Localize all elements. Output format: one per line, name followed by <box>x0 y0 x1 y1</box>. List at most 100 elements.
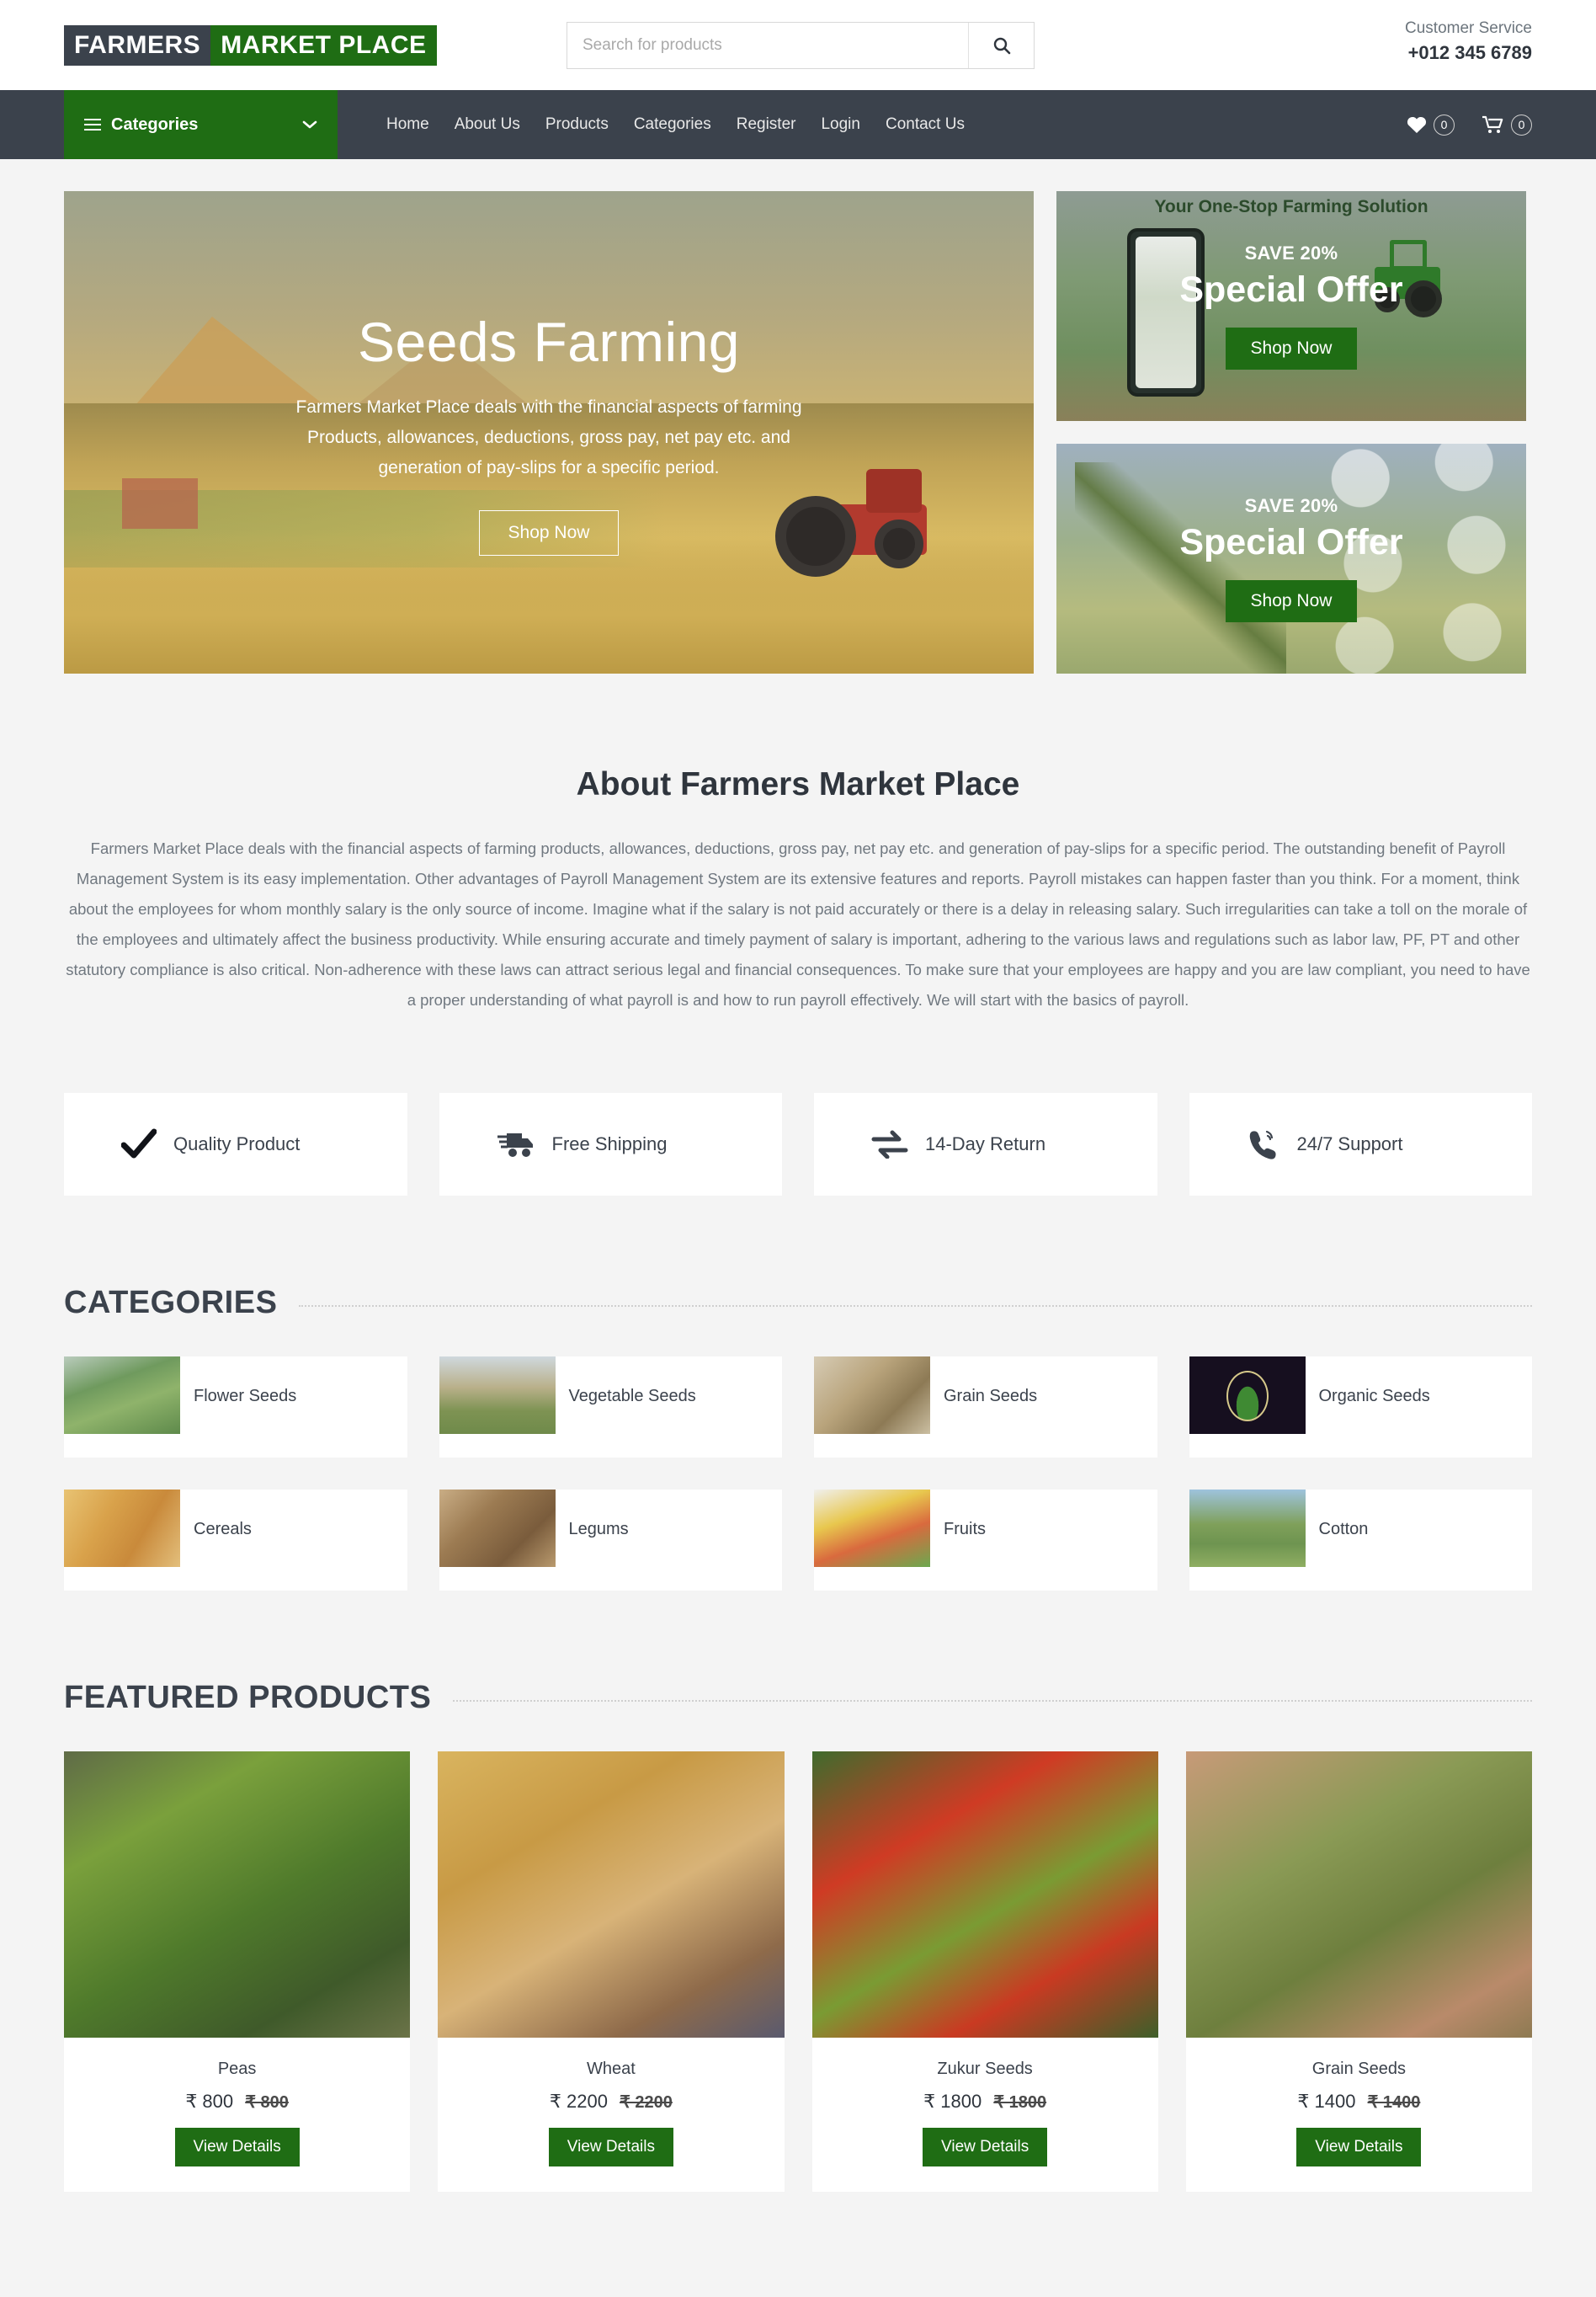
promo-1-save-label: SAVE 20% <box>1244 242 1338 264</box>
category-card-flower-seeds[interactable]: Flower Seeds <box>64 1356 407 1458</box>
top-header: FARMERS MARKET PLACE Customer Service +0… <box>0 0 1596 90</box>
category-card-grain-seeds[interactable]: Grain Seeds <box>814 1356 1157 1458</box>
category-label: Cotton <box>1318 1520 1369 1538</box>
about-text: Farmers Market Place deals with the fina… <box>66 839 1530 1009</box>
feature-free-shipping: Free Shipping <box>439 1093 782 1196</box>
product-image <box>1185 1751 1532 2038</box>
category-label: Grain Seeds <box>944 1387 1038 1405</box>
promo-banner-column: Your One-Stop Farming Solution SAVE 20% … <box>1056 191 1526 674</box>
nav-icon-group: 0 0 <box>1406 90 1532 159</box>
product-price: ₹ 1400 <box>1297 2091 1356 2112</box>
category-thumbnail <box>64 1356 180 1434</box>
customer-service-phone[interactable]: +012 345 6789 <box>1405 40 1532 66</box>
category-card-fruits[interactable]: Fruits <box>814 1490 1157 1591</box>
promo-1-shop-now-button[interactable]: Shop Now <box>1225 328 1358 370</box>
truck-icon <box>497 1133 533 1157</box>
featured-products-grid: Peas ₹ 800 ₹ 800 View Details Wheat ₹ 22… <box>0 1716 1596 2242</box>
nav-item-login[interactable]: Login <box>821 115 860 134</box>
nav-item-contact-us[interactable]: Contact Us <box>886 115 965 134</box>
feature-quality-product: Quality Product <box>64 1093 407 1196</box>
categories-section-header: CATEGORIES <box>0 1285 1596 1321</box>
category-label: Legums <box>568 1520 629 1538</box>
logo-text-secondary: MARKET PLACE <box>210 24 437 66</box>
product-price: ₹ 1800 <box>923 2091 982 2112</box>
product-old-price: ₹ 800 <box>245 2093 289 2112</box>
nav-item-about-us[interactable]: About Us <box>455 115 520 134</box>
product-name: Zukur Seeds <box>937 2060 1033 2078</box>
category-card-organic-seeds[interactable]: Organic Seeds <box>1189 1356 1532 1458</box>
search-input[interactable] <box>567 23 968 68</box>
product-card-wheat[interactable]: Wheat ₹ 2200 ₹ 2200 View Details <box>438 1751 785 2192</box>
logo-text-primary: FARMERS <box>64 24 211 66</box>
product-price: ₹ 2200 <box>549 2091 608 2112</box>
promo-2-save-label: SAVE 20% <box>1244 495 1338 516</box>
categories-section-title: CATEGORIES <box>64 1285 278 1320</box>
search-button[interactable] <box>968 23 1034 68</box>
view-details-button[interactable]: View Details <box>174 2128 300 2166</box>
cart-icon <box>1482 115 1503 133</box>
categories-dropdown-button[interactable]: Categories <box>64 90 338 159</box>
nav-item-home[interactable]: Home <box>386 115 429 134</box>
main-navbar: Categories Home About Us Products Catego… <box>0 90 1596 159</box>
page-root: FARMERS MARKET PLACE Customer Service +0… <box>0 0 1596 2242</box>
chevron-down-icon <box>302 120 317 129</box>
cart-count: 0 <box>1511 114 1532 136</box>
product-price-row: ₹ 1400 ₹ 1400 <box>1194 2091 1524 2113</box>
categories-dropdown-label: Categories <box>111 115 199 134</box>
wishlist-count: 0 <box>1434 114 1455 136</box>
feature-label: Free Shipping <box>551 1133 668 1154</box>
section-divider <box>453 1699 1532 1702</box>
view-details-button[interactable]: View Details <box>1296 2128 1422 2166</box>
feature-label: 24/7 Support <box>1296 1133 1403 1154</box>
product-name: Grain Seeds <box>1311 2060 1406 2078</box>
category-label: Fruits <box>944 1520 986 1538</box>
product-old-price: ₹ 2200 <box>620 2093 673 2112</box>
product-card-grain-seeds[interactable]: Grain Seeds ₹ 1400 ₹ 1400 View Details <box>1185 1751 1532 2192</box>
promo-1-title: Special Offer <box>1179 269 1403 310</box>
nav-links: Home About Us Products Categories Regist… <box>386 90 965 159</box>
categories-grid: Flower Seeds Vegetable Seeds Grain Seeds… <box>0 1321 1596 1591</box>
product-price-row: ₹ 800 ₹ 800 <box>72 2091 402 2113</box>
nav-item-products[interactable]: Products <box>545 115 609 134</box>
site-logo[interactable]: FARMERS MARKET PLACE <box>64 24 437 66</box>
product-price-row: ₹ 2200 ₹ 2200 <box>446 2091 775 2113</box>
category-thumbnail <box>814 1490 930 1567</box>
category-label: Vegetable Seeds <box>568 1387 696 1405</box>
category-thumbnail <box>814 1356 930 1434</box>
product-image <box>811 1751 1158 2038</box>
category-card-legums[interactable]: Legums <box>439 1490 782 1591</box>
category-card-vegetable-seeds[interactable]: Vegetable Seeds <box>439 1356 782 1458</box>
cart-button[interactable]: 0 <box>1482 114 1532 136</box>
view-details-button[interactable]: View Details <box>923 2128 1048 2166</box>
product-card-peas[interactable]: Peas ₹ 800 ₹ 800 View Details <box>64 1751 411 2192</box>
feature-label: Quality Product <box>173 1133 301 1154</box>
hero-barn-decoration <box>122 478 199 530</box>
product-name: Peas <box>217 2060 257 2078</box>
category-thumbnail <box>1189 1356 1306 1434</box>
phone-icon <box>1249 1130 1276 1159</box>
promo-2-shop-now-button[interactable]: Shop Now <box>1225 580 1358 622</box>
feature-14-day-return: 14-Day Return <box>814 1093 1157 1196</box>
category-label: Cereals <box>194 1520 252 1538</box>
category-card-cereals[interactable]: Cereals <box>64 1490 407 1591</box>
about-title: About Farmers Market Place <box>576 766 1020 802</box>
category-thumbnail <box>64 1490 180 1567</box>
wishlist-button[interactable]: 0 <box>1406 114 1455 136</box>
category-thumbnail <box>1189 1490 1306 1567</box>
nav-item-register[interactable]: Register <box>737 115 796 134</box>
hero-shop-now-button[interactable]: Shop Now <box>478 509 620 556</box>
product-price-row: ₹ 1800 ₹ 1800 <box>821 2091 1150 2113</box>
category-label: Organic Seeds <box>1318 1387 1430 1405</box>
about-section: About Farmers Market Place Farmers Marke… <box>0 674 1596 1015</box>
features-row: Quality Product Free Shipping 14-Day Ret… <box>0 1015 1596 1196</box>
category-card-cotton[interactable]: Cotton <box>1189 1490 1532 1591</box>
promo-banner-1: Your One-Stop Farming Solution SAVE 20% … <box>1056 191 1526 421</box>
nav-item-categories[interactable]: Categories <box>634 115 711 134</box>
feature-24-7-support: 24/7 Support <box>1189 1093 1532 1196</box>
product-name: Wheat <box>586 2060 636 2078</box>
product-image <box>438 1751 785 2038</box>
hamburger-icon <box>84 115 101 134</box>
product-image <box>64 1751 411 2038</box>
view-details-button[interactable]: View Details <box>548 2128 673 2166</box>
product-card-zukur-seeds[interactable]: Zukur Seeds ₹ 1800 ₹ 1800 View Details <box>811 1751 1158 2192</box>
